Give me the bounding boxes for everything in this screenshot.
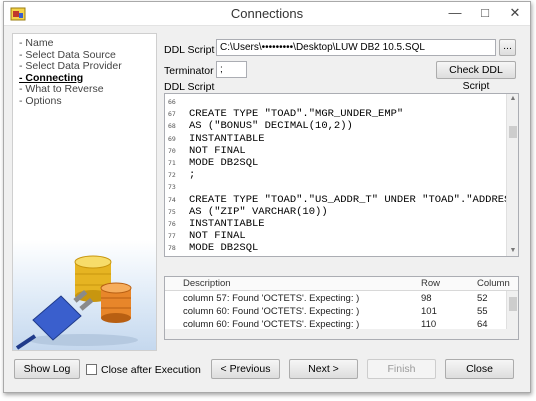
- wizard-step[interactable]: - Name: [19, 37, 122, 50]
- minimize-icon[interactable]: —: [440, 2, 470, 24]
- database-connect-icon: [15, 255, 138, 350]
- cell-row: 98: [421, 293, 432, 304]
- show-log-button[interactable]: Show Log: [14, 359, 80, 379]
- terminator-input[interactable]: ;: [216, 61, 247, 78]
- close-after-execution-checkbox[interactable]: [86, 364, 97, 375]
- code-text: AS ("BONUS" DECIMAL(10,2)): [189, 120, 353, 133]
- line-number: 74: [168, 195, 176, 204]
- line-number: 69: [168, 134, 176, 143]
- code-text: AS ("ZIP" VARCHAR(10)): [189, 205, 328, 218]
- wizard-step[interactable]: - Select Data Provider: [19, 60, 122, 73]
- code-line: 66: [165, 96, 518, 109]
- line-number: 67: [168, 110, 176, 119]
- code-text: INSTANTIABLE: [189, 132, 265, 145]
- code-line: 78 MODE DB2SQL: [165, 242, 518, 255]
- grid-vertical-scrollbar[interactable]: [506, 291, 518, 331]
- code-line: 77 NOT FINAL: [165, 230, 518, 243]
- step-list: - Name - Select Data Source - Select Data …: [19, 37, 122, 108]
- code-text: NOT FINAL: [189, 230, 246, 243]
- cell-column: 55: [477, 306, 488, 317]
- code-text: NOT FINAL: [189, 144, 246, 157]
- check-ddl-script-button[interactable]: Check DDL Script: [436, 61, 516, 92]
- grid-header: Description Row Column: [165, 277, 518, 291]
- cell-description: column 60: Found 'OCTETS'. Expecting: ): [183, 306, 360, 317]
- ddl-script-editor[interactable]: 66 67 CREATE TYPE "TOAD"."MGR_UNDER_EMP" 68…: [164, 93, 519, 257]
- line-number: 66: [168, 98, 176, 106]
- ddl-script-label: DDL Script: [164, 44, 215, 56]
- code-text: CREATE TYPE "TOAD"."US_ADDR_T" UNDER "TO…: [189, 193, 519, 206]
- maximize-icon[interactable]: □: [470, 2, 500, 24]
- ddl-script-path-input[interactable]: C:\Users\•••••••••\Desktop\LUW DB2 10.5.…: [216, 39, 496, 56]
- code-line: 72;: [165, 169, 518, 182]
- wizard-steps-panel: - Name - Select Data Source - Select Data …: [12, 33, 157, 351]
- line-number: 71: [168, 159, 176, 167]
- close-after-execution-label: Close after Execution: [101, 364, 201, 376]
- code-text: MODE DB2SQL: [189, 157, 259, 169]
- line-number: 70: [168, 146, 176, 155]
- code-line: 76 INSTANTIABLE: [165, 218, 518, 231]
- grid-horizontal-scrollbar[interactable]: [165, 329, 518, 339]
- error-grid[interactable]: Description Row Column column 57: Found …: [164, 276, 519, 340]
- table-row[interactable]: column 60: Found 'OCTETS'. Expecting: ) 1…: [165, 306, 518, 318]
- column-header-description[interactable]: Description: [183, 278, 231, 289]
- line-number: 78: [168, 244, 176, 253]
- code-line: 71 MODE DB2SQL: [165, 157, 518, 170]
- close-icon[interactable]: ✕: [500, 2, 530, 24]
- column-header-column[interactable]: Column: [477, 278, 510, 289]
- wizard-step[interactable]: - What to Reverse: [19, 83, 122, 96]
- ddl-script-section-label: DDL Script: [164, 81, 215, 93]
- cell-column: 52: [477, 293, 488, 304]
- code-text: CREATE TYPE "TOAD"."MGR_UNDER_EMP": [189, 108, 404, 121]
- line-number: 75: [168, 207, 176, 216]
- editor-vertical-scrollbar[interactable]: ▲ ▼: [506, 94, 518, 256]
- table-row[interactable]: column 57: Found 'OCTETS'. Expecting: ) 9…: [165, 293, 518, 305]
- line-number: 77: [168, 232, 176, 241]
- panel-art: [13, 240, 156, 350]
- scroll-down-icon[interactable]: ▼: [507, 246, 518, 256]
- code-line: 67 CREATE TYPE "TOAD"."MGR_UNDER_EMP": [165, 108, 518, 121]
- code-line: 69 INSTANTIABLE: [165, 133, 518, 146]
- line-number: 68: [168, 122, 176, 131]
- code-line: 68 AS ("BONUS" DECIMAL(10,2)): [165, 120, 518, 133]
- scrollbar-thumb[interactable]: [509, 126, 517, 138]
- line-number: 72: [168, 171, 176, 180]
- finish-button: Finish: [367, 359, 436, 379]
- scroll-up-icon[interactable]: ▲: [507, 94, 518, 104]
- code-line: 75 AS ("ZIP" VARCHAR(10)): [165, 206, 518, 219]
- code-text: MODE DB2SQL: [189, 242, 259, 255]
- cell-description: column 57: Found 'OCTETS'. Expecting: ): [183, 293, 360, 304]
- code-text: INSTANTIABLE: [189, 218, 265, 230]
- code-line: 74 CREATE TYPE "TOAD"."US_ADDR_T" UNDER "…: [165, 194, 518, 207]
- grid-scrollbar-thumb[interactable]: [509, 297, 517, 311]
- cell-row: 101: [421, 306, 437, 317]
- close-button[interactable]: Close: [445, 359, 514, 379]
- terminator-label: Terminator: [164, 65, 214, 77]
- code-text: ;: [189, 169, 196, 182]
- footer-bar: Show Log Close after Execution < Previou…: [12, 355, 526, 385]
- line-number: 76: [168, 220, 176, 228]
- code-line: 70 NOT FINAL: [165, 145, 518, 158]
- title-bar[interactable]: Connections — □ ✕: [4, 2, 530, 26]
- wizard-step[interactable]: - Options: [19, 95, 122, 108]
- connections-window: Connections — □ ✕ - Name - Select Data So…: [3, 1, 531, 393]
- column-header-row[interactable]: Row: [421, 278, 440, 289]
- previous-button[interactable]: < Previous: [211, 359, 280, 379]
- line-number: 73: [168, 183, 176, 192]
- browse-button[interactable]: ...: [499, 39, 516, 56]
- code-line: 73: [165, 181, 518, 194]
- next-button[interactable]: Next >: [289, 359, 358, 379]
